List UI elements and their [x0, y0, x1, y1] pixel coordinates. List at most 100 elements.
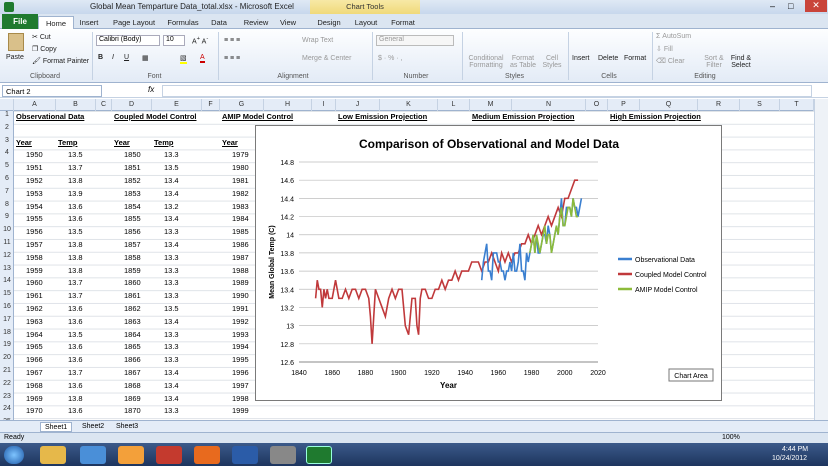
merge-center-button[interactable]: Merge & Center [302, 55, 351, 62]
align-left-icon[interactable]: ≡ ≡ ≡ [224, 55, 240, 62]
cell-amip-header[interactable]: AMIP Model Control [222, 112, 293, 121]
cell-amip-year[interactable]: 1987 [232, 253, 249, 262]
delete-cells-button[interactable]: Delete [598, 55, 618, 62]
cell-obs-year[interactable]: 1952 [26, 176, 43, 185]
cell-amip-year[interactable]: 1993 [232, 330, 249, 339]
cell-obs-temp[interactable]: 13.8 [68, 240, 83, 249]
column-header-s[interactable]: S [740, 99, 780, 111]
cell-coupled-year[interactable]: 1862 [124, 304, 141, 313]
cell-coupled-year[interactable]: 1869 [124, 394, 141, 403]
cell-coupled-year[interactable]: 1867 [124, 368, 141, 377]
cell-coupled-year[interactable]: 1857 [124, 240, 141, 249]
cell-amip-year[interactable]: 1986 [232, 240, 249, 249]
tab-layout[interactable]: Layout [350, 16, 382, 29]
row-header-23[interactable]: 23 [0, 393, 14, 400]
fill-button[interactable]: ⇩ Fill [656, 45, 673, 53]
cell-obs-year[interactable]: 1969 [26, 394, 43, 403]
cell-amip-year[interactable]: 1985 [232, 227, 249, 236]
cell-coupled-temp[interactable]: 13.4 [164, 240, 179, 249]
row-header-9[interactable]: 9 [0, 213, 14, 220]
cell-obs-temp[interactable]: 13.7 [68, 163, 83, 172]
italic-button[interactable]: I [112, 54, 114, 61]
cell-coupled-year[interactable]: 1866 [124, 355, 141, 364]
cell-amip-year[interactable]: 1980 [232, 163, 249, 172]
cell-obs-year[interactable]: 1964 [26, 330, 43, 339]
excel-taskbar-icon[interactable] [306, 446, 332, 464]
cell-obs-year[interactable]: 1959 [26, 266, 43, 275]
cell-coupled-temp[interactable]: 13.4 [164, 381, 179, 390]
outlook-icon[interactable] [118, 446, 144, 464]
font-name-select[interactable]: Calibri (Body) [96, 35, 160, 46]
column-header-m[interactable]: M [470, 99, 512, 111]
row-header-16[interactable]: 16 [0, 303, 14, 310]
paste-icon[interactable] [8, 33, 24, 51]
tab-page-layout[interactable]: Page Layout [108, 16, 160, 29]
cell-obs-year[interactable]: 1962 [26, 304, 43, 313]
cell-obs-year[interactable]: 1961 [26, 291, 43, 300]
cell-amip-year[interactable]: 1990 [232, 291, 249, 300]
tab-format[interactable]: Format [386, 16, 420, 29]
borders-icon[interactable]: ▦ [142, 54, 149, 62]
cell-obs-temp[interactable]: 13.6 [68, 317, 83, 326]
cell-coupled-temp[interactable]: 13.5 [164, 163, 179, 172]
cell-obs-year[interactable]: 1970 [26, 406, 43, 415]
close-icon[interactable]: ✕ [805, 0, 827, 12]
tab-data[interactable]: Data [206, 16, 232, 29]
clear-button[interactable]: ⌫ Clear [656, 57, 685, 65]
row-header-10[interactable]: 10 [0, 226, 14, 233]
cell-coupled-temp[interactable]: 13.3 [164, 342, 179, 351]
row-header-12[interactable]: 12 [0, 252, 14, 259]
column-header-p[interactable]: P [608, 99, 640, 111]
firefox-icon[interactable] [194, 446, 220, 464]
row-header-2[interactable]: 2 [0, 124, 14, 131]
column-header-e[interactable]: E [152, 99, 202, 111]
cell-high-header[interactable]: High Emission Projection [610, 112, 701, 121]
row-header-11[interactable]: 11 [0, 239, 14, 246]
font-size-select[interactable]: 10 [163, 35, 185, 46]
cell-obs-temp[interactable]: 13.6 [68, 381, 83, 390]
cell-obs-temp[interactable]: 13.6 [68, 214, 83, 223]
cell-obs-temp[interactable]: 13.9 [68, 189, 83, 198]
row-header-24[interactable]: 24 [0, 405, 14, 412]
cell-obs-year[interactable]: 1956 [26, 227, 43, 236]
excel-icon[interactable] [4, 2, 14, 12]
cell-coupled-year[interactable]: 1868 [124, 381, 141, 390]
cell-amip-year[interactable]: 1982 [232, 189, 249, 198]
cell-amip-year[interactable]: 1989 [232, 278, 249, 287]
column-header-o[interactable]: O [586, 99, 608, 111]
zoom-level[interactable]: 100% [722, 434, 740, 441]
cell-obs-temp[interactable]: 13.6 [68, 342, 83, 351]
cell-coupled-year[interactable]: 1864 [124, 330, 141, 339]
ie-icon[interactable] [80, 446, 106, 464]
font-color-icon[interactable]: A [200, 54, 205, 63]
cell-obs-year[interactable]: 1963 [26, 317, 43, 326]
sort-filter-button[interactable]: Sort & Filter [702, 55, 726, 69]
cell-coupled-temp[interactable]: 13.3 [164, 355, 179, 364]
row-header-7[interactable]: 7 [0, 188, 14, 195]
cell-coupled-year[interactable]: 1856 [124, 227, 141, 236]
cell-coupled-temp[interactable]: 13.4 [164, 176, 179, 185]
column-header-n[interactable]: N [512, 99, 586, 111]
cell-obs-year[interactable]: 1967 [26, 368, 43, 377]
cell-coupled-year[interactable]: 1854 [124, 202, 141, 211]
row-header-15[interactable]: 15 [0, 290, 14, 297]
word-icon[interactable] [232, 446, 258, 464]
cell-obs-temp[interactable]: 13.8 [68, 266, 83, 275]
number-format-select[interactable]: General [376, 35, 454, 46]
cell-col-header-1[interactable]: Temp [58, 138, 77, 147]
cell-coupled-temp[interactable]: 13.3 [164, 406, 179, 415]
formula-input[interactable] [162, 85, 812, 97]
column-header-l[interactable]: L [438, 99, 470, 111]
cell-obs-year[interactable]: 1957 [26, 240, 43, 249]
select-all-corner[interactable] [0, 99, 14, 111]
cell-col-header-0[interactable]: Year [16, 138, 32, 147]
cell-obs-year[interactable]: 1951 [26, 163, 43, 172]
cell-coupled-temp[interactable]: 13.3 [164, 291, 179, 300]
align-top-icon[interactable]: ≡ ≡ ≡ [224, 37, 240, 44]
cell-obs-year[interactable]: 1954 [26, 202, 43, 211]
cell-amip-year[interactable]: 1981 [232, 176, 249, 185]
cell-low-header[interactable]: Low Emission Projection [338, 112, 427, 121]
insert-cells-button[interactable]: Insert [572, 55, 590, 62]
cell-amip-year[interactable]: 1988 [232, 266, 249, 275]
cell-amip-year[interactable]: 1995 [232, 355, 249, 364]
